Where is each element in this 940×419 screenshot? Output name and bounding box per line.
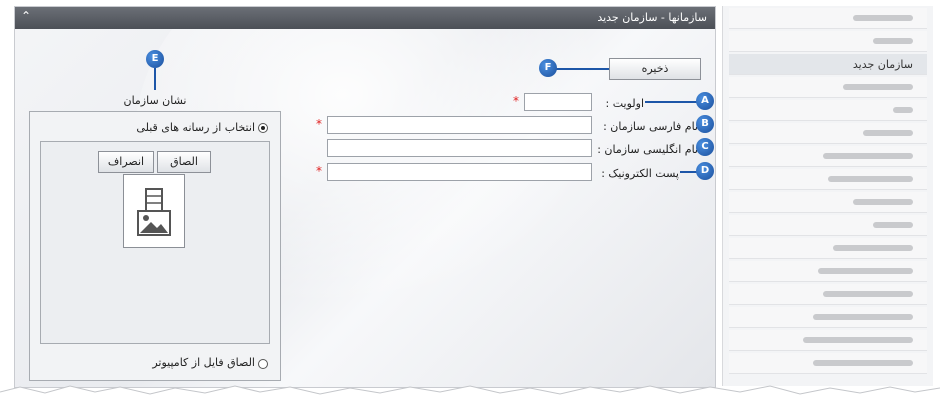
window-title: سازمانها - سازمان جدید [597,11,707,24]
sidebar-item[interactable] [729,330,927,351]
callout-line [680,171,697,173]
sidebar-item[interactable] [729,261,927,282]
fa-name-input[interactable] [327,116,592,134]
sidebar-item[interactable] [729,123,927,144]
save-button[interactable]: ذخیره [609,58,701,80]
sidebar-item-new-organization[interactable]: سازمان جدید [729,54,927,75]
required-mark: * [316,117,322,131]
sidebar-item[interactable] [729,100,927,121]
sidebar: سازمان جدید [722,6,933,386]
cancel-button[interactable]: انصراف [98,151,154,173]
callout-badge-f: F [539,59,557,77]
priority-input[interactable] [524,93,592,111]
sidebar-item-label: سازمان جدید [852,58,913,71]
callout-badge-a: A [696,92,714,110]
upload-from-computer-radio[interactable] [258,359,268,369]
media-library-label: انتخاب از رسانه های قبلی [136,121,255,134]
logo-heading: نشان سازمان [123,94,187,107]
sidebar-item[interactable] [729,284,927,305]
sidebar-item[interactable] [729,146,927,167]
sidebar-item[interactable] [729,169,927,190]
sidebar-item[interactable] [729,307,927,328]
callout-line [645,101,697,103]
en-name-input[interactable] [327,139,592,157]
callout-line [556,68,609,70]
upload-from-computer-label: الصاق فایل از کامپیوتر [152,356,255,369]
callout-line [154,68,156,90]
window-titlebar: ⌃ سازمانها - سازمان جدید [15,7,715,29]
sidebar-item[interactable] [729,31,927,52]
required-mark: * [316,164,322,178]
attach-button[interactable]: الصاق [157,151,211,173]
sidebar-item[interactable] [729,238,927,259]
sidebar-item[interactable] [729,8,927,29]
image-placeholder-icon [137,188,171,236]
callout-badge-d: D [696,162,714,180]
required-mark: * [513,94,519,108]
sidebar-item[interactable] [729,353,927,374]
en-name-label: نام انگلیسی سازمان : [597,143,698,156]
screenshot-frame: سازمان جدید ⌃ سازمانها - سازمان جدید ذخی… [0,0,940,419]
sidebar-item[interactable] [729,192,927,213]
fa-name-label: نام فارسی سازمان : [603,120,698,133]
callout-badge-b: B [696,115,714,133]
callout-badge-c: C [696,138,714,156]
sidebar-item[interactable] [729,77,927,98]
sidebar-item[interactable] [729,215,927,236]
collapse-icon[interactable]: ⌃ [21,9,31,23]
callout-badge-e: E [146,50,164,68]
email-input[interactable] [327,163,592,181]
email-label: پست الکترونیک : [601,167,679,180]
priority-label: اولویت : [605,97,644,110]
torn-paper-edge [0,385,940,419]
image-placeholder-icon [123,174,185,248]
media-library-radio[interactable] [258,123,268,133]
